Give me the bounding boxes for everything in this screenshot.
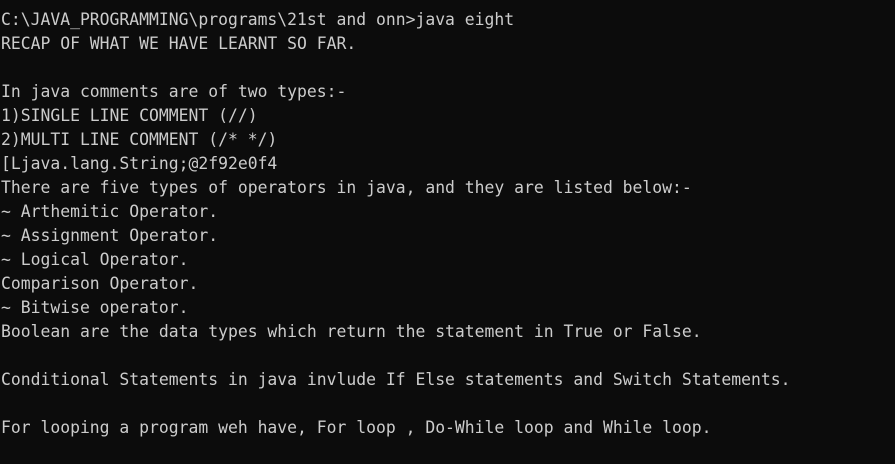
output-line: ~ Logical Operator. — [1, 250, 189, 269]
command-prompt-line: C:\JAVA_PROGRAMMING\programs\21st and on… — [1, 10, 515, 29]
console-output[interactable]: C:\JAVA_PROGRAMMING\programs\21st and on… — [1, 8, 895, 464]
output-line: ~ Bitwise operator. — [1, 298, 189, 317]
output-line: There are five types of operators in jav… — [1, 178, 692, 197]
output-line: 1)SINGLE LINE COMMENT (//) — [1, 106, 258, 125]
output-line: For looping a program weh have, For loop… — [1, 418, 712, 437]
output-line: RECAP OF WHAT WE HAVE LEARNT SO FAR. — [1, 34, 357, 53]
output-line: In java comments are of two types:- — [1, 82, 347, 101]
output-line: 2)MULTI LINE COMMENT (/* */) — [1, 130, 278, 149]
output-line: Boolean are the data types which return … — [1, 322, 702, 341]
output-line: Conditional Statements in java invlude I… — [1, 370, 791, 389]
output-line: ~ Arthemitic Operator. — [1, 202, 219, 221]
output-line: ~ Assignment Operator. — [1, 226, 219, 245]
output-line: Comparison Operator. — [1, 274, 199, 293]
output-line: [Ljava.lang.String;@2f92e0f4 — [1, 154, 278, 173]
